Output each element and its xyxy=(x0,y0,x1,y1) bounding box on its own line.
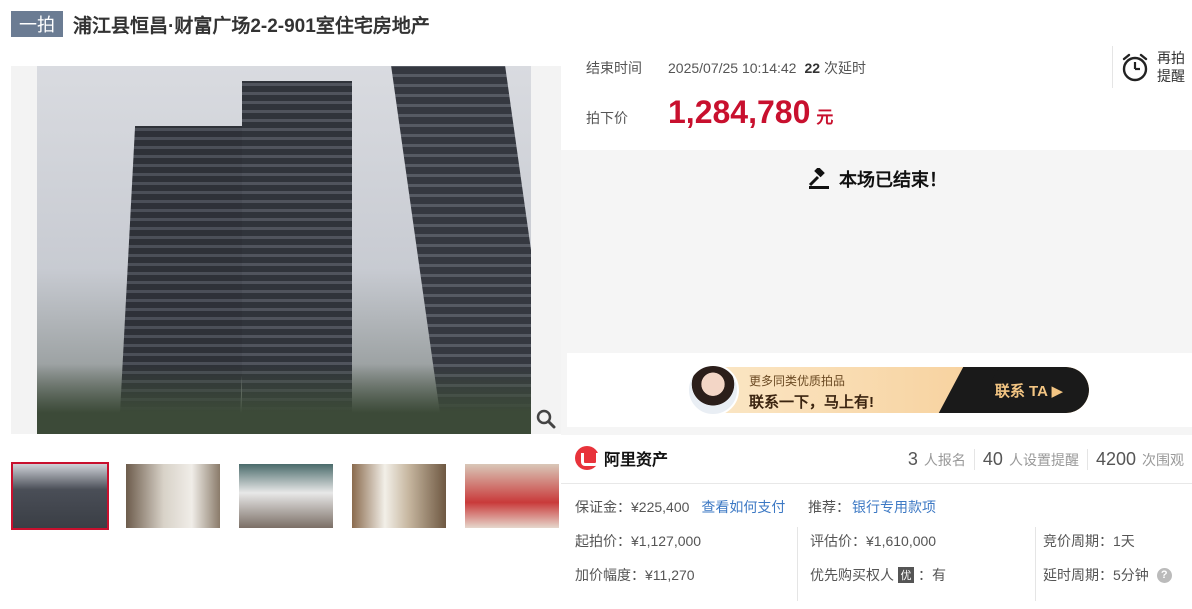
recommend-label: 推荐： xyxy=(808,499,850,515)
contact-banner[interactable]: 更多同类优质拍品 联系一下，马上有! 联系 TA ▶ xyxy=(567,353,1192,427)
increment-row: 加价幅度：¥11,270 xyxy=(575,567,695,583)
eval-price-row: 评估价：¥1,610,000 xyxy=(810,533,937,549)
deposit-row: 保证金：¥225,400 查看如何支付 xyxy=(575,497,785,517)
divider xyxy=(561,483,1192,484)
auction-ended-status: 本场已结束！ xyxy=(807,166,947,192)
remind-label-1: 再拍 xyxy=(1157,50,1185,66)
bid-period-row: 竞价周期：1天 xyxy=(1043,533,1135,549)
page-title: 浦江县恒昌·财富广场2-2-901室住宅房地产 xyxy=(73,15,430,37)
priority-badge-icon[interactable]: 优 xyxy=(898,567,914,583)
auction-round-badge: 一拍 xyxy=(11,11,63,37)
price-label: 拍下价 xyxy=(586,110,628,126)
price-unit: 元 xyxy=(816,108,834,127)
ended-text: 本场已结束！ xyxy=(839,170,947,190)
thumbnail-4[interactable] xyxy=(350,462,448,530)
brand-name: 阿里资产 xyxy=(604,452,669,469)
thumbnail-strip xyxy=(11,462,576,530)
stat-registrations: 3 人报名 xyxy=(907,448,966,469)
thumbnail-2[interactable] xyxy=(124,462,222,530)
thumbnail-5[interactable] xyxy=(463,462,561,530)
contact-pill[interactable]: 更多同类优质拍品 联系一下，马上有! 联系 TA ▶ xyxy=(689,367,1089,413)
contact-ta-button[interactable]: 联系 TA ▶ xyxy=(969,367,1089,413)
banner-line-2: 联系一下，马上有! xyxy=(749,394,874,411)
bank-loan-link[interactable]: 银行专用款项 xyxy=(852,497,936,517)
start-price-row: 起拍价：¥1,127,000 xyxy=(575,533,702,549)
final-price-row: 拍下价 1,284,780 元 xyxy=(586,94,833,131)
recommend-row: 推荐： 银行专用款项 xyxy=(808,497,936,517)
delay-period-row: 延时周期：5分钟 ? xyxy=(1043,565,1172,585)
stats-bar: 3 人报名 40 人设置提醒 4200 次围观 xyxy=(900,446,1192,472)
agent-avatar xyxy=(687,364,739,416)
zoom-icon[interactable] xyxy=(531,404,561,434)
status-panel: 本场已结束！ 更多同类优质拍品 联系一下，马上有! 联系 TA ▶ xyxy=(561,150,1192,435)
stat-reminders: 40 人设置提醒 xyxy=(973,448,1087,470)
thumbnail-1[interactable] xyxy=(11,462,109,530)
gavel-icon xyxy=(808,168,829,189)
help-icon[interactable]: ? xyxy=(1156,567,1172,583)
title-row: 一拍 浦江县恒昌·财富广场2-2-901室住宅房地产 xyxy=(11,10,430,38)
end-time-value: 2025/07/25 10:14:42 xyxy=(668,60,797,76)
end-time-row: 结束时间 2025/07/25 10:14:42 22 次延时 xyxy=(586,58,866,78)
delay-count: 22 xyxy=(804,60,821,76)
ali-assets-logo[interactable]: 阿里资产 xyxy=(575,446,668,470)
building-image xyxy=(37,66,531,434)
remind-label-2: 提醒 xyxy=(1157,68,1185,84)
banner-line-1: 更多同类优质拍品 xyxy=(749,374,846,388)
stat-views: 4200 次围观 xyxy=(1086,448,1192,470)
pay-howto-link[interactable]: 查看如何支付 xyxy=(701,497,785,517)
thumbnail-3[interactable] xyxy=(237,462,335,530)
alarm-clock-icon xyxy=(1122,53,1148,82)
final-price: 1,284,780 xyxy=(668,94,811,130)
main-photo[interactable] xyxy=(11,66,561,434)
rebid-remind-button[interactable]: 再拍 提醒 xyxy=(1112,46,1192,88)
deposit-value: 保证金：¥225,400 xyxy=(575,499,690,515)
priority-row: 优先购买权人 优 ：有 xyxy=(810,567,946,583)
ali-assets-icon xyxy=(575,446,599,470)
end-time-label: 结束时间 xyxy=(586,60,642,76)
delay-unit: 次延时 xyxy=(824,60,867,76)
